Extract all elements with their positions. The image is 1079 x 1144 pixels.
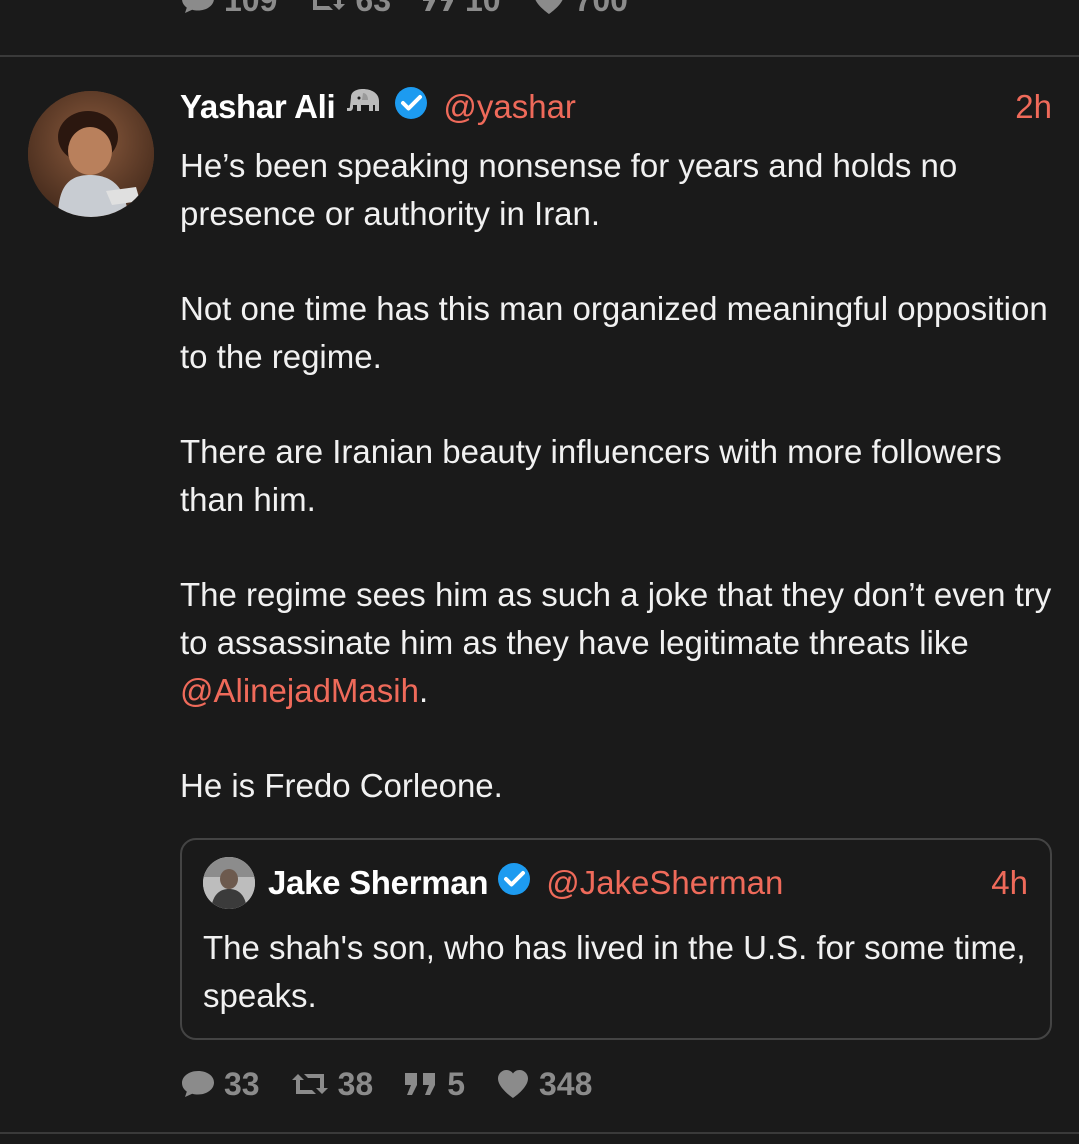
like-count: 348 [538, 1065, 593, 1102]
verified-badge-icon [496, 861, 532, 905]
quoted-author-handle[interactable]: @JakeSherman [546, 864, 783, 902]
tweet-stats: 33 38 5 348 [180, 1062, 592, 1106]
author-avatar[interactable] [28, 91, 154, 217]
reply-stat[interactable]: 109 [180, 0, 277, 19]
tweet-text: . [418, 672, 429, 709]
quoted-tweet-timestamp[interactable]: 4h [991, 864, 1028, 902]
reply-icon [182, 0, 214, 13]
tweet-text: The regime sees him as such a joke that … [180, 576, 1052, 661]
quoted-author-name[interactable]: Jake Sherman [268, 864, 489, 902]
author-handle[interactable]: @yashar [443, 88, 576, 126]
quoted-tweet[interactable]: Jake Sherman @JakeSherman 4h The shah's … [180, 838, 1052, 1040]
heart-icon [535, 0, 562, 14]
tweet-paragraph: He is Fredo Corleone. [180, 767, 503, 804]
tweet-paragraph: There are Iranian beauty influencers wit… [180, 433, 1002, 518]
tweet-paragraph: He’s been speaking nonsense for years an… [180, 147, 958, 232]
quoted-tweet-header: Jake Sherman @JakeSherman 4h [268, 858, 1028, 908]
retweet-count: 38 [337, 1065, 374, 1102]
quoted-author-avatar [203, 857, 255, 909]
retweet-count: 63 [355, 0, 391, 19]
tweet-paragraph: The regime sees him as such a joke that … [180, 571, 1052, 715]
reply-count: 109 [224, 0, 277, 19]
avatar-photo [28, 91, 154, 217]
tweet-paragraph: Not one time has this man organized mean… [180, 290, 1048, 375]
reply-count: 33 [224, 1065, 260, 1102]
retweet-icon [291, 1074, 328, 1094]
quote-stat[interactable]: 10 [421, 0, 501, 19]
quote-count: 5 [447, 1065, 465, 1102]
mention-link[interactable]: @AlinejadMasih [180, 672, 419, 709]
author-name[interactable]: Yashar Ali [180, 88, 336, 126]
timeline: 109 63 10 700 [0, 0, 1079, 1144]
heart-icon [497, 1070, 528, 1098]
tweet-header: Yashar Ali @yashar 2h [180, 82, 1052, 132]
divider [0, 55, 1079, 57]
quote-count: 10 [465, 0, 501, 19]
divider [0, 1132, 1079, 1134]
quoted-tweet-text: The shah's son, who has lived in the U.S… [203, 929, 1026, 1014]
like-count: 700 [575, 0, 628, 19]
quote-icon [405, 1073, 436, 1095]
tweet: Yashar Ali @yashar 2h He’s been speaking… [180, 82, 1052, 810]
elephant-icon [345, 87, 385, 127]
tweet-timestamp[interactable]: 2h [1015, 88, 1052, 126]
retweet-icon [313, 0, 346, 10]
like-stat[interactable]: 700 [531, 0, 628, 19]
reply-stat[interactable]: 33 [180, 1066, 260, 1103]
tweet-body: He’s been speaking nonsense for years an… [180, 142, 1052, 810]
retweet-stat[interactable]: 38 [290, 1065, 374, 1103]
reply-icon [182, 1071, 214, 1097]
like-stat[interactable]: 348 [495, 1066, 592, 1103]
quote-icon [422, 0, 453, 11]
retweet-stat[interactable]: 63 [307, 0, 391, 19]
previous-tweet-stats: 109 63 10 700 [180, 0, 628, 22]
quote-stat[interactable]: 5 [403, 1066, 465, 1103]
quoted-avatar-photo [203, 857, 255, 909]
verified-badge-icon [393, 85, 429, 129]
